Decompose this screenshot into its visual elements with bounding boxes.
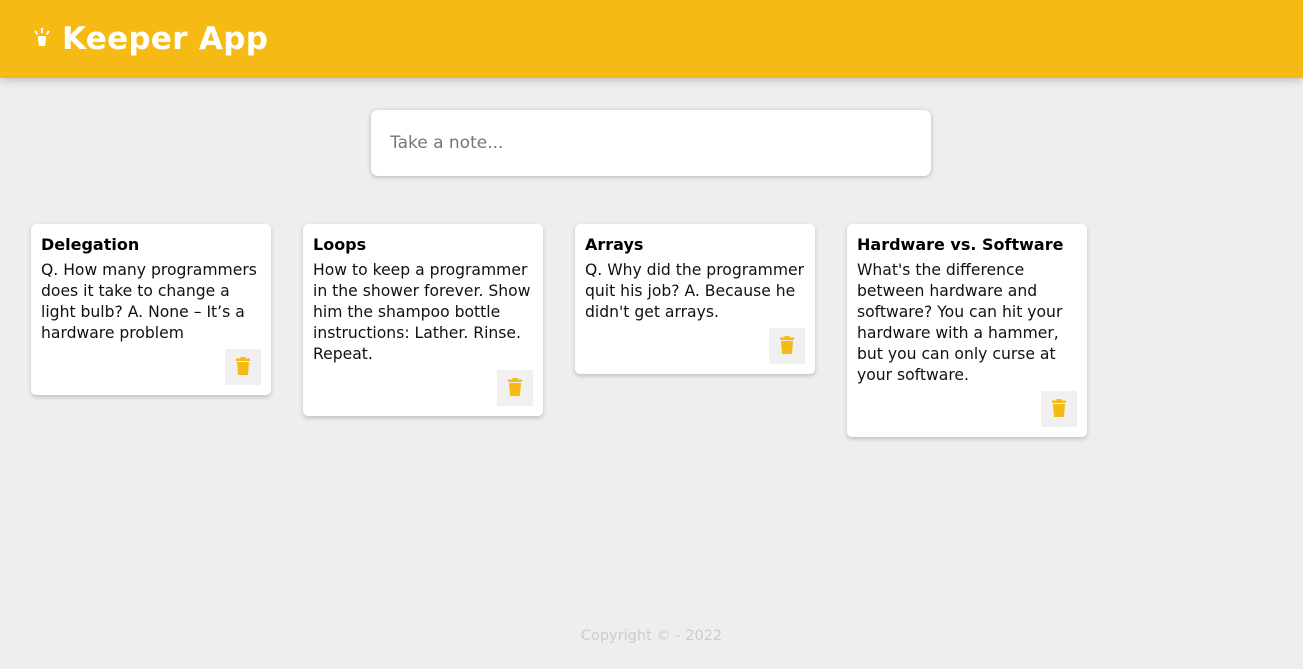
trash-icon	[236, 356, 250, 378]
note-title: Arrays	[585, 235, 644, 254]
note-content: Q. Why did the programmer quit his job? …	[585, 261, 810, 321]
note-title: Hardware vs. Software	[857, 235, 1064, 254]
app-header: Keeper App	[0, 0, 1303, 78]
trash-icon	[508, 377, 522, 399]
trash-icon	[780, 335, 794, 357]
delete-note-button[interactable]	[769, 328, 805, 364]
delete-note-button[interactable]	[497, 370, 533, 406]
delete-note-button[interactable]	[1041, 391, 1077, 427]
note-card: Arrays Q. Why did the programmer quit hi…	[575, 224, 815, 374]
note-content: What's the difference between hardware a…	[857, 261, 1068, 384]
delete-note-button[interactable]	[225, 349, 261, 385]
note-content: Q. How many programmers does it take to …	[41, 261, 262, 342]
note-title: Delegation	[41, 235, 140, 254]
note-input[interactable]	[390, 133, 912, 153]
note-title: Loops	[313, 235, 367, 254]
note-card: Hardware vs. Software What's the differe…	[847, 224, 1087, 437]
trash-icon	[1052, 398, 1066, 420]
create-note-form	[371, 110, 931, 176]
highlight-lamp-icon	[32, 26, 52, 52]
note-content: How to keep a programmer in the shower f…	[313, 261, 536, 363]
app-title: Keeper App	[62, 21, 269, 57]
note-card: Loops How to keep a programmer in the sh…	[303, 224, 543, 416]
note-card: Delegation Q. How many programmers does …	[31, 224, 271, 395]
copyright-text: Copyright © - 2022	[580, 628, 723, 644]
footer: Copyright © - 2022	[0, 628, 1303, 644]
